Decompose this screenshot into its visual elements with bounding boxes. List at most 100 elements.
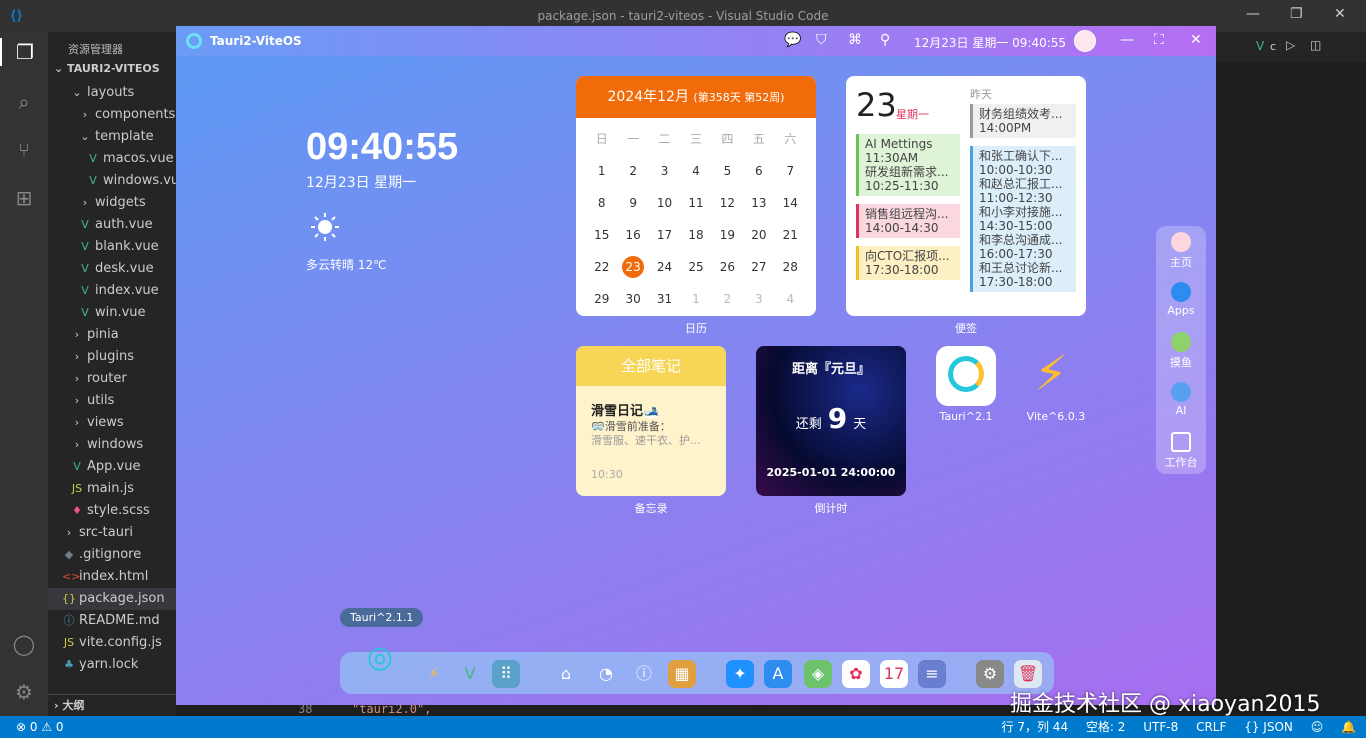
calendar-day[interactable]: 2 xyxy=(712,288,743,310)
calendar-day[interactable]: 4 xyxy=(775,288,806,310)
tree-item[interactable]: Vblank.vue xyxy=(48,236,176,258)
pin-icon[interactable]: ⚲ xyxy=(880,32,890,48)
tree-item[interactable]: V App.vue xyxy=(48,456,176,478)
bell-icon[interactable]: 🔔 xyxy=(1341,720,1356,734)
workspace-root[interactable]: ⌄ TAURI2-VITEOS xyxy=(48,62,176,82)
encoding[interactable]: UTF-8 xyxy=(1143,720,1178,734)
tree-item[interactable]: JS main.js xyxy=(48,478,176,500)
calendar-day[interactable]: 29 xyxy=(586,288,617,310)
calendar-day[interactable]: 27 xyxy=(743,256,774,278)
calendar-day[interactable]: 14 xyxy=(775,192,806,214)
restore-icon[interactable]: ❐ xyxy=(1290,6,1303,22)
memo-event[interactable]: 销售组远程沟... 14:00-14:30 xyxy=(856,204,960,238)
calendar-day[interactable]: 30 xyxy=(617,288,648,310)
calendar-day[interactable]: 24 xyxy=(649,256,680,278)
tree-item[interactable]: › utils xyxy=(48,390,176,412)
calendar-day[interactable]: 17 xyxy=(649,224,680,246)
tree-item[interactable]: {} package.json xyxy=(48,588,176,610)
tree-item[interactable]: ⓘ README.md xyxy=(48,610,176,632)
trash-icon[interactable]: 🗑 xyxy=(1014,660,1042,688)
apps-dock-item[interactable]: Apps xyxy=(1156,282,1206,317)
calendar-day[interactable]: 16 xyxy=(617,224,648,246)
apps-icon[interactable]: ▦ xyxy=(668,660,696,688)
message-icon[interactable]: 💬 xyxy=(784,32,801,48)
calendar-day[interactable]: 1 xyxy=(586,160,617,182)
photos-icon[interactable]: ✿ xyxy=(842,660,870,688)
settings-gear-icon[interactable]: ⚙ xyxy=(10,678,38,706)
tree-item[interactable]: Vauth.vue xyxy=(48,214,176,236)
calendar-day[interactable]: 19 xyxy=(712,224,743,246)
tree-item[interactable]: › plugins xyxy=(48,346,176,368)
notes-widget[interactable]: 全部笔记 滑雪日记🎿 🥽滑雪前准备： 滑雪服、速干衣、护... 10:30 xyxy=(576,346,726,496)
tree-item[interactable]: ♣ yarn.lock xyxy=(48,654,176,676)
ai-dock-item[interactable]: AI xyxy=(1156,382,1206,417)
tree-item[interactable]: JS vite.config.js xyxy=(48,632,176,654)
notes-icon[interactable]: ≡ xyxy=(918,660,946,688)
calendar-day[interactable]: 11 xyxy=(680,192,711,214)
calendar-day[interactable]: 6 xyxy=(743,160,774,182)
tree-item[interactable]: ⌄ template xyxy=(48,126,176,148)
command-icon[interactable]: ⌘ xyxy=(848,32,862,48)
calendar-day[interactable]: 1 xyxy=(680,288,711,310)
calendar-widget[interactable]: 2024年12月 (第358天 第52周) 日一二三四五六 1 2 3 4 5 6 7 8 9 10… xyxy=(576,76,816,316)
calendar-day[interactable]: 3 xyxy=(649,160,680,182)
feedback-icon[interactable]: ☺ xyxy=(1311,720,1324,734)
language-mode[interactable]: {} JSON xyxy=(1244,720,1293,734)
info-icon[interactable]: ⓘ xyxy=(630,660,658,688)
grid-icon[interactable]: ⠿ xyxy=(492,660,520,688)
tauri-app-icon[interactable] xyxy=(936,346,996,406)
tree-item[interactable]: Vmacos.vue xyxy=(48,148,176,170)
indentation[interactable]: 空格: 2 xyxy=(1086,720,1126,734)
calendar-day[interactable]: 25 xyxy=(680,256,711,278)
tree-item[interactable]: Vdesk.vue xyxy=(48,258,176,280)
vite-icon[interactable]: ⚡ xyxy=(420,660,448,688)
calendar-day[interactable]: 31 xyxy=(649,288,680,310)
calendar-icon[interactable]: 17 xyxy=(880,660,908,688)
avatar[interactable] xyxy=(1074,30,1096,52)
memo-event[interactable]: 财务组绩效考... 14:00PM xyxy=(970,104,1076,138)
vue-icon[interactable]: V xyxy=(456,660,484,688)
calendar-day[interactable]: 20 xyxy=(743,224,774,246)
safari-icon[interactable]: ✦ xyxy=(726,660,754,688)
cursor-position[interactable]: 行 7，列 44 xyxy=(1002,720,1069,734)
vue-tab-icon[interactable]: V xyxy=(1256,39,1264,53)
tree-item[interactable]: ♦ style.scss xyxy=(48,500,176,522)
fish-dock-item[interactable]: 摸鱼 xyxy=(1156,332,1206,370)
calendar-day[interactable]: 23 xyxy=(622,256,645,278)
maximize-icon[interactable]: ⛶ xyxy=(1154,32,1164,48)
tree-item[interactable]: › widgets xyxy=(48,192,176,214)
close-icon[interactable]: ✕ xyxy=(1334,6,1346,22)
calendar-day[interactable]: 5 xyxy=(712,160,743,182)
home-icon[interactable]: ⌂ xyxy=(552,660,580,688)
calendar-day[interactable]: 10 xyxy=(649,192,680,214)
tree-item[interactable]: › views xyxy=(48,412,176,434)
shirt-icon[interactable]: ⛉ xyxy=(816,32,827,48)
account-icon[interactable]: ◯ xyxy=(10,630,38,658)
calendar-day[interactable]: 7 xyxy=(775,160,806,182)
memo-widget[interactable]: 23 星期一 昨天 AI Mettings 11:30AM 研发组新需求... 10:… xyxy=(846,76,1086,316)
calendar-day[interactable]: 13 xyxy=(743,192,774,214)
minimize-icon[interactable]: — xyxy=(1120,32,1134,48)
explorer-icon[interactable]: ❐ xyxy=(0,38,48,66)
tree-item[interactable]: › pinia xyxy=(48,324,176,346)
maps-icon[interactable]: ◈ xyxy=(804,660,832,688)
vite-app-icon[interactable]: ⚡ xyxy=(1026,346,1086,406)
extensions-icon[interactable]: ⊞ xyxy=(10,184,38,212)
countdown-widget[interactable]: 距离『元旦』 还剩 9 天 2025-01-01 24:00:00 xyxy=(756,346,906,496)
minimize-icon[interactable]: — xyxy=(1246,6,1260,22)
tree-item[interactable]: › windows xyxy=(48,434,176,456)
run-icon[interactable]: ▷ xyxy=(1286,38,1295,52)
calendar-day[interactable]: 28 xyxy=(775,256,806,278)
search-icon[interactable]: ⌕ xyxy=(10,88,38,116)
calendar-day[interactable]: 12 xyxy=(712,192,743,214)
outline-section[interactable]: › 大纲 xyxy=(48,694,176,716)
calendar-day[interactable]: 9 xyxy=(617,192,648,214)
split-editor-icon[interactable]: ◫ xyxy=(1310,38,1321,52)
tree-item[interactable]: <>index.html xyxy=(48,566,176,588)
close-icon[interactable]: ✕ xyxy=(1190,32,1202,48)
workbench-dock-item[interactable]: 工作台 xyxy=(1156,432,1206,470)
calendar-day[interactable]: 8 xyxy=(586,192,617,214)
calendar-day[interactable]: 2 xyxy=(617,160,648,182)
tree-item[interactable]: Vwin.vue xyxy=(48,302,176,324)
tree-item[interactable]: › components xyxy=(48,104,176,126)
